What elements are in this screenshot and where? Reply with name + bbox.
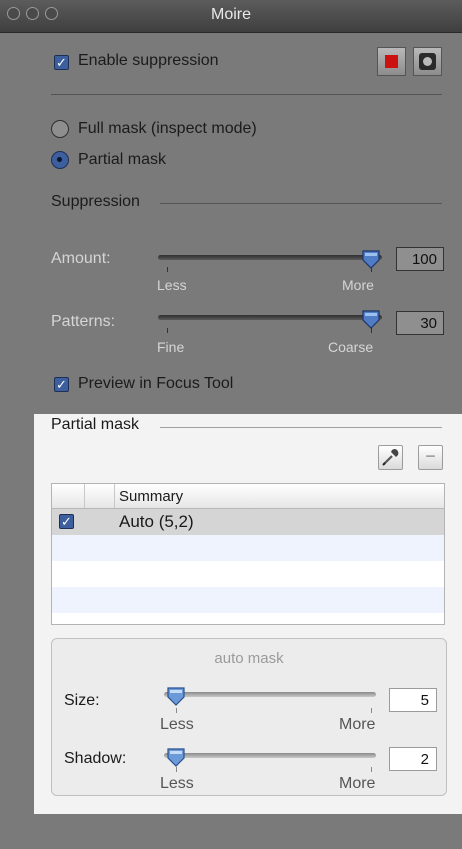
amount-label: Amount:	[51, 250, 111, 267]
title-bar: Moire	[0, 0, 462, 33]
table-row[interactable]: ✓ Auto (5,2)	[52, 509, 444, 535]
mask-table: Summary ✓ Auto (5,2)	[51, 483, 445, 625]
suppression-separator	[160, 203, 442, 204]
patterns-max-tick	[371, 328, 372, 333]
amount-value-field[interactable]: 100	[396, 247, 444, 271]
amount-min-label: Less	[157, 277, 187, 293]
shadow-slider-track[interactable]	[164, 753, 376, 758]
amount-slider-thumb[interactable]	[361, 249, 381, 269]
full-mask-label: Full mask (inspect mode)	[78, 120, 257, 137]
shadow-min-tick	[176, 767, 177, 772]
size-slider-track[interactable]	[164, 692, 376, 697]
record-frame-icon	[419, 53, 436, 70]
partial-mask-label: Partial mask	[78, 151, 167, 168]
shadow-max-label: More	[339, 775, 376, 792]
size-max-tick	[371, 708, 372, 713]
record-button[interactable]	[413, 47, 442, 76]
amount-min-tick	[167, 267, 168, 272]
shadow-slider-thumb[interactable]	[166, 747, 186, 767]
empty-row	[52, 587, 444, 613]
eyedropper-button[interactable]	[378, 445, 403, 470]
moire-window: Moire ✓ Enable suppression Full mask (in…	[0, 0, 462, 849]
summary-column-header[interactable]: Summary	[119, 488, 183, 505]
shadow-min-label: Less	[160, 775, 194, 792]
patterns-slider-track[interactable]	[158, 315, 382, 320]
row-summary: Auto (5,2)	[119, 512, 194, 531]
size-slider-thumb[interactable]	[166, 686, 186, 706]
separator	[51, 94, 442, 95]
patterns-slider-thumb[interactable]	[361, 309, 381, 329]
size-value-field[interactable]: 5	[389, 688, 437, 712]
partial-mask-separator	[160, 427, 442, 428]
patterns-max-label: Coarse	[328, 339, 374, 355]
size-min-tick	[176, 708, 177, 713]
enable-suppression-checkbox[interactable]: ✓	[54, 55, 69, 70]
amount-max-tick	[371, 267, 372, 272]
size-min-label: Less	[160, 716, 194, 733]
window-title: Moire	[210, 6, 251, 23]
partial-mask-heading: Partial mask	[51, 416, 140, 433]
preview-focus-tool-checkbox[interactable]: ✓	[54, 377, 69, 392]
stop-button[interactable]	[377, 47, 406, 76]
eyedropper-icon	[382, 449, 399, 466]
shadow-max-tick	[371, 767, 372, 772]
enable-suppression-label: Enable suppression	[78, 52, 219, 69]
size-label: Size:	[64, 692, 100, 709]
empty-row	[52, 535, 444, 561]
auto-mask-title: auto mask	[214, 650, 284, 667]
partial-mask-radio[interactable]	[51, 151, 69, 169]
shadow-value-field[interactable]: 2	[389, 747, 437, 771]
shadow-label: Shadow:	[64, 750, 127, 767]
patterns-value-field[interactable]: 30	[396, 311, 444, 335]
table-header: Summary	[52, 484, 444, 509]
suppression-heading: Suppression	[51, 193, 140, 210]
patterns-min-tick	[167, 328, 168, 333]
stop-square-icon	[385, 55, 398, 68]
patterns-min-label: Fine	[157, 339, 185, 355]
amount-slider-track[interactable]	[158, 255, 382, 260]
row-enable-checkbox[interactable]: ✓	[59, 514, 74, 529]
preview-focus-tool-label: Preview in Focus Tool	[78, 375, 234, 392]
amount-max-label: More	[342, 277, 374, 293]
full-mask-radio[interactable]	[51, 120, 69, 138]
empty-row	[52, 561, 444, 587]
size-max-label: More	[339, 716, 376, 733]
remove-mask-button[interactable]: −	[418, 445, 443, 470]
patterns-label: Patterns:	[51, 313, 116, 330]
